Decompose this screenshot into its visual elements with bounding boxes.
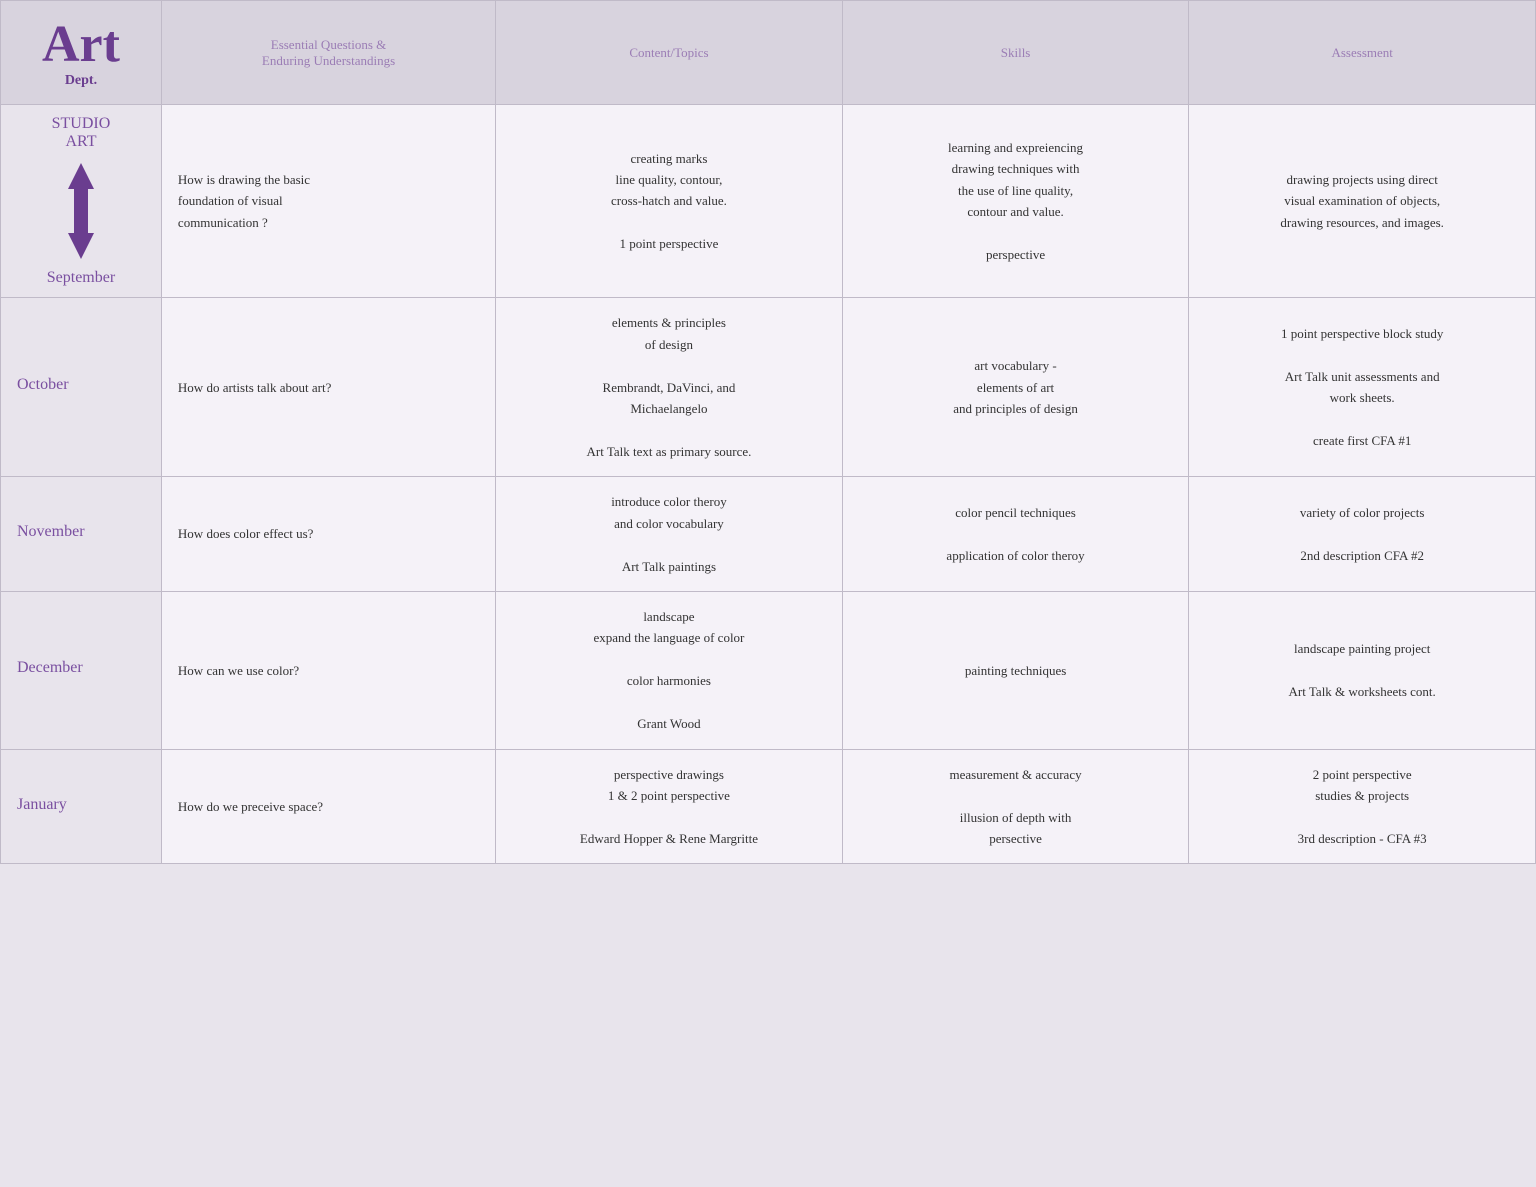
assessment-text: drawing projects using direct visual exa… xyxy=(1280,172,1444,230)
content-cell: landscape expand the language of color c… xyxy=(496,592,843,750)
col-content-label: Content/Topics xyxy=(629,45,708,60)
content-text: elements & principles of design Rembrand… xyxy=(586,315,751,459)
month-cell: November xyxy=(1,477,162,592)
dept-label: Dept. xyxy=(9,73,153,89)
skills-text: painting techniques xyxy=(965,663,1066,678)
assessment-text: 2 point perspective studies & projects 3… xyxy=(1298,767,1427,846)
col-content-header: Content/Topics xyxy=(496,1,843,105)
table-row: January How do we preceive space? perspect… xyxy=(1,749,1536,864)
table-row: November How does color effect us? introdu… xyxy=(1,477,1536,592)
eq-cell: How does color effect us? xyxy=(161,477,495,592)
eq-cell: How do artists talk about art? xyxy=(161,298,495,477)
col-skills-label: Skills xyxy=(1001,45,1031,60)
eq-cell: How is drawing the basic foundation of v… xyxy=(161,105,495,298)
month-cell: January xyxy=(1,749,162,864)
eq-text: How can we use color? xyxy=(178,663,299,678)
art-title: Art xyxy=(9,16,153,73)
content-text: creating marks line quality, contour, cr… xyxy=(611,151,727,252)
eq-text: How is drawing the basic foundation of v… xyxy=(178,172,310,230)
bidirectional-arrow-icon xyxy=(54,161,108,261)
table-row: STUDIO ART September How is drawing the … xyxy=(1,105,1536,298)
eq-cell: How do we preceive space? xyxy=(161,749,495,864)
month-cell: October xyxy=(1,298,162,477)
eq-text: How does color effect us? xyxy=(178,526,314,541)
header-row: Art Dept. Essential Questions & Enduring… xyxy=(1,1,1536,105)
content-text: perspective drawings 1 & 2 point perspec… xyxy=(580,767,758,846)
assessment-text: 1 point perspective block study Art Talk… xyxy=(1281,326,1443,448)
col-assessment-label: Assessment xyxy=(1331,45,1392,60)
col-skills-header: Skills xyxy=(842,1,1189,105)
assessment-cell: 2 point perspective studies & projects 3… xyxy=(1189,749,1536,864)
table-body: STUDIO ART September How is drawing the … xyxy=(1,105,1536,864)
table-row: December How can we use color? landscape e… xyxy=(1,592,1536,750)
table-row: October How do artists talk about art? ele… xyxy=(1,298,1536,477)
curriculum-table: Art Dept. Essential Questions & Enduring… xyxy=(0,0,1536,864)
skills-text: measurement & accuracy illusion of depth… xyxy=(950,767,1082,846)
skills-cell: painting techniques xyxy=(842,592,1189,750)
skills-text: art vocabulary - elements of art and pri… xyxy=(953,358,1078,416)
studio-art-label: STUDIO ART xyxy=(9,115,153,151)
skills-text: color pencil techniques application of c… xyxy=(946,505,1084,563)
content-cell: introduce color theroy and color vocabul… xyxy=(496,477,843,592)
content-text: landscape expand the language of color c… xyxy=(594,609,745,731)
eq-cell: How can we use color? xyxy=(161,592,495,750)
month-cell: December xyxy=(1,592,162,750)
arrow-container xyxy=(9,161,153,261)
eq-text: How do we preceive space? xyxy=(178,799,323,814)
skills-cell: color pencil techniques application of c… xyxy=(842,477,1189,592)
september-label: September xyxy=(9,269,153,287)
col-eq-header: Essential Questions & Enduring Understan… xyxy=(161,1,495,105)
col-assessment-header: Assessment xyxy=(1189,1,1536,105)
eq-text: How do artists talk about art? xyxy=(178,380,331,395)
art-dept-header: Art Dept. xyxy=(1,1,162,105)
assessment-cell: landscape painting project Art Talk & wo… xyxy=(1189,592,1536,750)
assessment-cell: variety of color projects 2nd descriptio… xyxy=(1189,477,1536,592)
skills-cell: art vocabulary - elements of art and pri… xyxy=(842,298,1189,477)
content-text: introduce color theroy and color vocabul… xyxy=(611,494,727,573)
page: Art Dept. Essential Questions & Enduring… xyxy=(0,0,1536,1187)
assessment-cell: drawing projects using direct visual exa… xyxy=(1189,105,1536,298)
col-eq-label: Essential Questions & Enduring Understan… xyxy=(262,37,395,68)
content-cell: elements & principles of design Rembrand… xyxy=(496,298,843,477)
skills-cell: learning and expreiencing drawing techni… xyxy=(842,105,1189,298)
skills-cell: measurement & accuracy illusion of depth… xyxy=(842,749,1189,864)
assessment-text: landscape painting project Art Talk & wo… xyxy=(1289,641,1436,699)
content-cell: creating marks line quality, contour, cr… xyxy=(496,105,843,298)
content-cell: perspective drawings 1 & 2 point perspec… xyxy=(496,749,843,864)
studio-art-cell: STUDIO ART September xyxy=(1,105,162,298)
assessment-cell: 1 point perspective block study Art Talk… xyxy=(1189,298,1536,477)
assessment-text: variety of color projects 2nd descriptio… xyxy=(1300,505,1425,563)
skills-text: learning and expreiencing drawing techni… xyxy=(948,140,1083,262)
